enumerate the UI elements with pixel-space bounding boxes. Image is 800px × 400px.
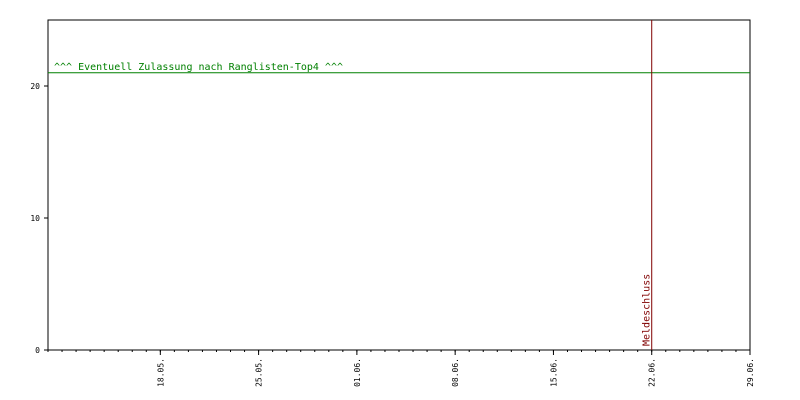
x-tick-label: 29.06. [746,358,755,387]
hline-label: ^^^ Eventuell Zulassung nach Ranglisten-… [54,62,343,73]
y-tick-label: 0 [35,346,40,355]
vline-group: Meldeschluss [642,20,653,350]
x-tick-label: 15.06. [549,358,558,387]
x-tick-label: 25.05. [255,358,264,387]
y-axis: 0 10 20 [30,82,48,355]
y-tick-label: 20 [30,82,40,91]
x-tick-label: 01.06. [353,358,362,387]
x-tick-label: 22.06. [648,358,657,387]
hline-group: ^^^ Eventuell Zulassung nach Ranglisten-… [48,62,750,74]
y-tick-label: 10 [30,214,40,223]
chart: ^^^ Eventuell Zulassung nach Ranglisten-… [30,19,755,387]
x-tick-label: 08.06. [451,358,460,387]
x-axis: 18.05. 25.05. 01.06. 08.06. 15.06. 22.06. 29.0… [47,350,755,387]
x-tick-label: 18.05. [156,358,165,387]
vline-label: Meldeschluss [642,274,653,346]
